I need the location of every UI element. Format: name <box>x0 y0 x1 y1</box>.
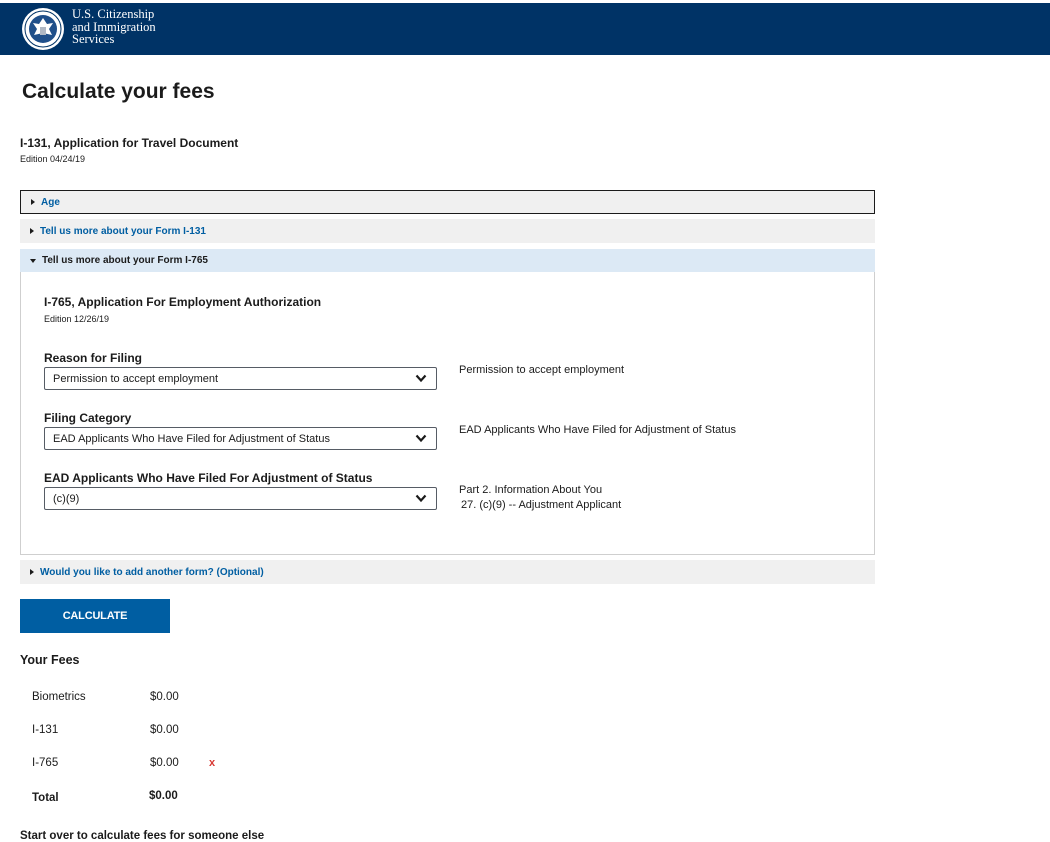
fee-amount: $0.00 <box>150 724 179 736</box>
agency-name-line-3: Services <box>72 32 115 46</box>
fee-name: Biometrics <box>32 691 86 703</box>
fee-row: Biometrics $0.00 <box>0 691 300 711</box>
caret-right-icon <box>30 228 34 234</box>
filing-category-description: EAD Applicants Who Have Filed for Adjust… <box>459 424 736 436</box>
reason-for-filing-description: Permission to accept employment <box>459 364 625 376</box>
accordion-i765-label: Tell us more about your Form I-765 <box>42 255 208 266</box>
ead-adjustment-description-line-1: Part 2. Information About You <box>459 484 603 496</box>
form-edition: Edition 04/24/19 <box>20 154 86 164</box>
ead-adjustment-description-line-2: 27. (c)(9) -- Adjustment Applicant <box>461 499 622 511</box>
fees-heading: Your Fees <box>20 653 80 667</box>
calculate-button[interactable]: CALCULATE <box>20 599 170 633</box>
reason-for-filing-label: Reason for Filing <box>44 351 143 365</box>
i765-title: I-765, Application For Employment Author… <box>44 295 322 309</box>
agency-name-line-1: U.S. Citizenship <box>72 7 155 21</box>
chevron-down-icon <box>415 434 427 443</box>
accordion-i131-label: Tell us more about your Form I-131 <box>40 225 206 237</box>
chevron-down-icon <box>415 494 427 503</box>
fee-name: I-765 <box>32 757 59 769</box>
ead-adjustment-select[interactable]: (c)(9) <box>44 487 437 510</box>
fee-amount: $0.00 <box>150 691 179 703</box>
fee-amount: $0.00 <box>150 757 179 769</box>
i765-edition: Edition 12/26/19 <box>44 314 110 324</box>
form-title: I-131, Application for Travel Document <box>20 136 239 150</box>
filing-category-select[interactable]: EAD Applicants Who Have Filed for Adjust… <box>44 427 437 450</box>
ead-adjustment-description: Part 2. Information About You 27. (c)(9)… <box>459 483 621 513</box>
dhs-seal-icon[interactable] <box>21 7 65 51</box>
total-label: Total <box>32 792 59 804</box>
accordion-i765[interactable]: Tell us more about your Form I-765 <box>20 249 875 272</box>
ead-adjustment-label: EAD Applicants Who Have Filed For Adjust… <box>44 471 373 485</box>
fee-total-row: Total $0.00 <box>0 790 300 810</box>
agency-name[interactable]: U.S. Citizenship and Immigration Service… <box>72 8 156 46</box>
chevron-down-icon <box>415 374 427 383</box>
filing-category-value: EAD Applicants Who Have Filed for Adjust… <box>53 432 330 445</box>
i765-panel: I-765, Application For Employment Author… <box>20 272 875 555</box>
fee-row: I-131 $0.00 <box>0 724 300 744</box>
caret-right-icon <box>30 569 34 575</box>
caret-down-icon <box>30 258 36 263</box>
ead-adjustment-value: (c)(9) <box>53 492 80 505</box>
fee-row: I-765 $0.00 x <box>0 757 300 777</box>
accordion-add-form[interactable]: Would you like to add another form? (Opt… <box>20 560 875 584</box>
remove-i765-icon[interactable]: x <box>209 757 215 769</box>
site-header: U.S. Citizenship and Immigration Service… <box>0 3 1050 55</box>
fee-name: I-131 <box>32 724 59 736</box>
filing-category-label: Filing Category <box>44 411 132 425</box>
accordion-age[interactable]: Age <box>20 190 875 214</box>
page-title: Calculate your fees <box>22 80 215 103</box>
start-over-text[interactable]: Start over to calculate fees for someone… <box>20 830 264 842</box>
accordion-i131[interactable]: Tell us more about your Form I-131 <box>20 219 875 243</box>
reason-for-filing-value: Permission to accept employment <box>53 372 219 385</box>
accordion-age-label: Age <box>41 196 60 208</box>
reason-for-filing-select[interactable]: Permission to accept employment <box>44 367 437 390</box>
caret-right-icon <box>31 199 35 205</box>
total-amount: $0.00 <box>149 790 178 802</box>
accordion-add-form-label: Would you like to add another form? (Opt… <box>40 566 264 578</box>
